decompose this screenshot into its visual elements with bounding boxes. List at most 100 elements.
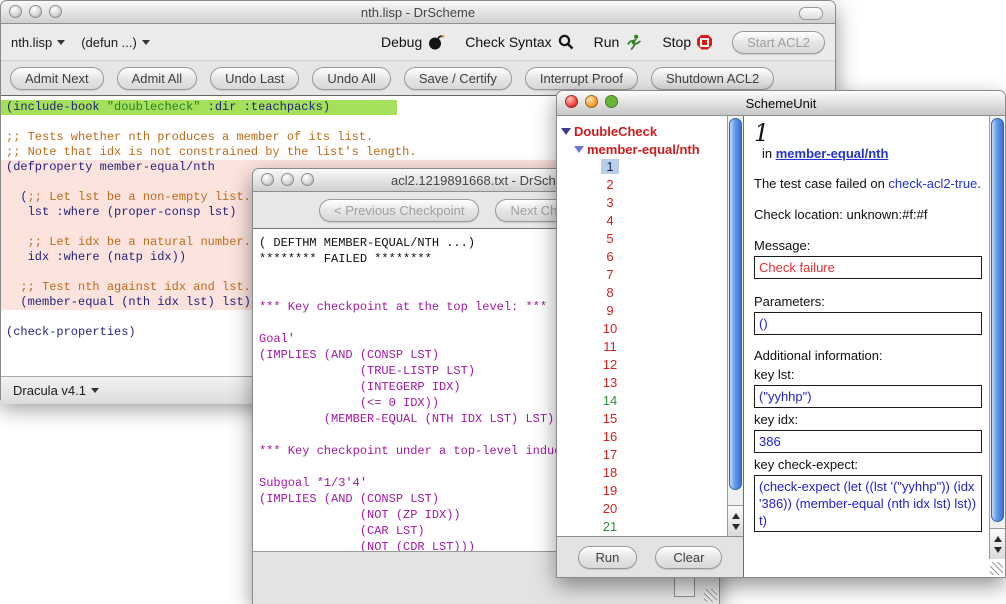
test-case-4[interactable]: 4 [593, 212, 627, 230]
magnifier-icon [558, 34, 574, 50]
stop-icon [697, 35, 712, 50]
code-line[interactable]: (include-book "doublecheck" :dir :teachp… [1, 100, 397, 115]
scrollbar-arrows [990, 528, 1005, 559]
clear-button[interactable]: Clear [655, 546, 722, 569]
resize-grip[interactable] [990, 562, 1003, 575]
test-case-3[interactable]: 3 [593, 194, 627, 212]
admit-all-button[interactable]: Admit All [117, 67, 198, 90]
field-label: key lst: [754, 367, 1001, 382]
minimize-button[interactable] [281, 173, 294, 186]
minimize-button[interactable] [29, 5, 42, 18]
file-dropdown[interactable]: nth.lisp [11, 35, 65, 50]
tree-root-label: DoubleCheck [574, 124, 657, 139]
disclosure-triangle-icon[interactable] [574, 146, 584, 153]
main-titlebar[interactable]: nth.lisp - DrScheme [1, 1, 835, 24]
test-case-15[interactable]: 15 [593, 410, 627, 428]
undo-all-button[interactable]: Undo All [312, 67, 390, 90]
scroll-up-icon[interactable] [732, 513, 740, 519]
scroll-up-icon[interactable] [994, 536, 1002, 542]
window-title: SchemeUnit [557, 96, 1005, 111]
language-dropdown[interactable]: Dracula v4.1 [13, 383, 99, 398]
test-case-11[interactable]: 11 [593, 338, 627, 356]
zoom-button[interactable] [49, 5, 62, 18]
tree-item-doublecheck[interactable]: DoubleCheck [561, 122, 727, 140]
schemeunit-window-controls [565, 95, 618, 108]
close-button[interactable] [261, 173, 274, 186]
toolbar-actions: Debug Check Syntax Run [381, 31, 825, 54]
test-case-9[interactable]: 9 [593, 302, 627, 320]
run-label: Run [594, 34, 620, 50]
disclosure-triangle-icon[interactable] [561, 128, 571, 135]
scroll-corner [674, 576, 695, 597]
undo-last-button[interactable]: Undo Last [210, 67, 299, 90]
scrollbar-thumb[interactable] [991, 118, 1004, 522]
field-value-box[interactable]: ("yyhhp") [754, 385, 982, 408]
definition-dropdown[interactable]: (defun ...) [81, 35, 150, 50]
test-case-2[interactable]: 2 [593, 176, 627, 194]
runner-icon [625, 34, 642, 51]
chevron-down-icon [142, 40, 150, 45]
run-button[interactable]: Run [594, 34, 643, 51]
stop-button[interactable]: Stop [662, 34, 712, 50]
field-value-box[interactable]: 386 [754, 430, 982, 453]
test-case-10[interactable]: 10 [593, 320, 627, 338]
save-certify-button[interactable]: Save / Certify [404, 67, 512, 90]
tree-scrollbar[interactable] [727, 116, 743, 536]
zoom-button[interactable] [605, 95, 618, 108]
in-label: in [762, 146, 772, 161]
test-detail-container: 1 in member-equal/nth The test case fail… [744, 116, 1005, 577]
tree-item-member-equal-nth[interactable]: member-equal/nth [574, 140, 727, 158]
test-case-19[interactable]: 19 [593, 482, 627, 500]
minimize-button[interactable] [585, 95, 598, 108]
chevron-down-icon [57, 40, 65, 45]
test-case-14[interactable]: 14 [593, 392, 627, 410]
test-controls: Run Clear [557, 536, 743, 577]
toolbar-toggle-button[interactable] [799, 7, 823, 20]
parameters-box[interactable]: () [754, 312, 982, 335]
zoom-button[interactable] [301, 173, 314, 186]
failure-summary: The test case failed on check-acl2-true. [754, 175, 1001, 192]
detail-scrollbar[interactable] [989, 116, 1005, 559]
test-case-5[interactable]: 5 [593, 230, 627, 248]
close-button[interactable] [565, 95, 578, 108]
field-label: key check-expect: [754, 457, 1001, 472]
case-number: 1 [754, 120, 1001, 146]
shutdown-acl2-button[interactable]: Shutdown ACL2 [651, 67, 774, 90]
check-syntax-button[interactable]: Check Syntax [465, 34, 573, 50]
case-origin: in member-equal/nth [762, 146, 1001, 161]
message-box[interactable]: Check failure [754, 256, 982, 279]
main-toolbar: nth.lisp (defun ...) Debug Check Syntax [1, 24, 835, 61]
scroll-down-icon[interactable] [994, 547, 1002, 553]
debug-button[interactable]: Debug [381, 34, 445, 50]
start-acl2-button[interactable]: Start ACL2 [732, 31, 825, 54]
resize-grip[interactable] [704, 589, 717, 602]
test-case-21[interactable]: 21 [593, 518, 627, 536]
test-detail-panel: 1 in member-equal/nth The test case fail… [744, 116, 1005, 577]
test-case-12[interactable]: 12 [593, 356, 627, 374]
additional-info-fields: key lst: ("yyhhp") key idx: 386 key check-ex… [754, 367, 1001, 532]
field-value-box[interactable]: (check-expect (let ((lst '("yyhhp")) (id… [754, 475, 982, 532]
test-case-17[interactable]: 17 [593, 446, 627, 464]
close-button[interactable] [9, 5, 22, 18]
field-label: key idx: [754, 412, 1001, 427]
test-case-6[interactable]: 6 [593, 248, 627, 266]
interrupt-proof-button[interactable]: Interrupt Proof [525, 67, 638, 90]
test-case-8[interactable]: 8 [593, 284, 627, 302]
admit-next-button[interactable]: Admit Next [10, 67, 104, 90]
tree-group-label: member-equal/nth [587, 142, 700, 157]
test-case-7[interactable]: 7 [593, 266, 627, 284]
test-case-1[interactable]: 1 [593, 158, 627, 176]
test-case-20[interactable]: 20 [593, 500, 627, 518]
schemeunit-titlebar[interactable]: SchemeUnit [557, 91, 1005, 116]
run-tests-button[interactable]: Run [578, 546, 638, 569]
language-label: Dracula v4.1 [13, 383, 86, 398]
debug-label: Debug [381, 34, 422, 50]
test-case-16[interactable]: 16 [593, 428, 627, 446]
test-case-18[interactable]: 18 [593, 464, 627, 482]
stop-label: Stop [662, 34, 691, 50]
test-case-13[interactable]: 13 [593, 374, 627, 392]
test-group-link[interactable]: member-equal/nth [776, 146, 889, 161]
scrollbar-thumb[interactable] [729, 118, 742, 490]
previous-checkpoint-button[interactable]: < Previous Checkpoint [319, 199, 479, 222]
scroll-down-icon[interactable] [732, 524, 740, 530]
